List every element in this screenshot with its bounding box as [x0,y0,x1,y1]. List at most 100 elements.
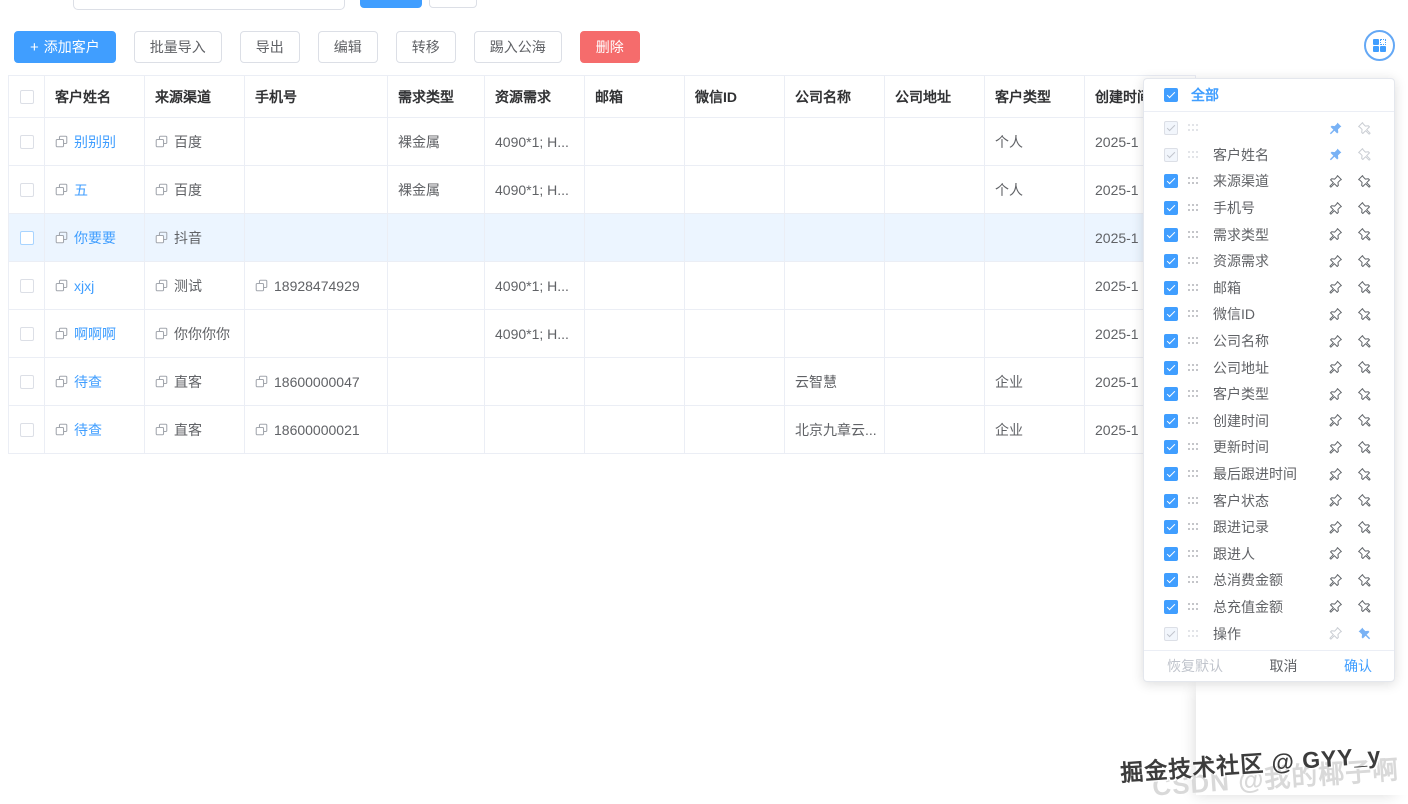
pin-right-icon[interactable] [1357,546,1372,561]
drag-handle-icon[interactable] [1188,310,1199,318]
drag-handle-icon[interactable] [1188,337,1199,345]
copy-icon[interactable] [55,375,68,388]
pin-right-icon[interactable] [1357,147,1372,162]
copy-icon[interactable] [155,231,168,244]
column-settings-button[interactable] [1364,30,1395,61]
table-row[interactable]: 待查直客18600000047云智慧企业2025-1 [9,358,1195,406]
pin-left-icon[interactable] [1328,493,1343,508]
column-checkbox[interactable] [1164,254,1178,268]
column-checkbox[interactable] [1164,573,1178,587]
table-row[interactable]: 啊啊啊你你你你4090*1; H...2025-1 [9,310,1195,358]
row-checkbox[interactable] [20,423,34,437]
pin-right-icon[interactable] [1357,467,1372,482]
drag-handle-icon[interactable] [1188,284,1199,292]
drag-handle-icon[interactable] [1188,390,1199,398]
table-row[interactable]: 五百度裸金属4090*1; H...个人2025-1 [9,166,1195,214]
drag-handle-icon[interactable] [1188,497,1199,505]
pin-left-icon[interactable] [1328,147,1343,162]
pin-left-icon[interactable] [1328,413,1343,428]
customer-name-link[interactable]: 五 [74,180,88,200]
drag-handle-icon[interactable] [1188,550,1199,558]
column-checkbox[interactable] [1164,467,1178,481]
pin-right-icon[interactable] [1357,254,1372,269]
drag-handle-icon[interactable] [1188,364,1199,372]
copy-icon[interactable] [155,183,168,196]
customer-name-link[interactable]: xjxj [74,278,94,294]
column-checkbox[interactable] [1164,174,1178,188]
pin-left-icon[interactable] [1328,599,1343,614]
drag-handle-icon[interactable] [1188,603,1199,611]
pin-left-icon[interactable] [1328,307,1343,322]
pin-right-icon[interactable] [1357,493,1372,508]
pin-left-icon[interactable] [1328,121,1343,136]
column-checkbox[interactable] [1164,600,1178,614]
row-checkbox[interactable] [20,327,34,341]
column-checkbox[interactable] [1164,361,1178,375]
search-button[interactable] [360,0,422,8]
customer-name-link[interactable]: 待查 [74,420,102,440]
pin-right-icon[interactable] [1357,573,1372,588]
copy-icon[interactable] [255,279,268,292]
export-button[interactable]: 导出 [240,31,300,63]
copy-icon[interactable] [155,423,168,436]
transfer-button[interactable]: 转移 [396,31,456,63]
customer-name-link[interactable]: 你要要 [74,228,116,248]
select-all-checkbox[interactable] [20,90,34,104]
drag-handle-icon[interactable] [1188,257,1199,265]
copy-icon[interactable] [155,327,168,340]
drag-handle-icon[interactable] [1188,204,1199,212]
pin-right-icon[interactable] [1357,413,1372,428]
table-row[interactable]: 别别别百度裸金属4090*1; H...个人2025-1 [9,118,1195,166]
pin-right-icon[interactable] [1357,626,1372,641]
pin-left-icon[interactable] [1328,467,1343,482]
edit-button[interactable]: 编辑 [318,31,378,63]
column-checkbox[interactable] [1164,228,1178,242]
pin-left-icon[interactable] [1328,201,1343,216]
pin-left-icon[interactable] [1328,520,1343,535]
drag-handle-icon[interactable] [1188,523,1199,531]
batch-import-button[interactable]: 批量导入 [134,31,222,63]
customer-name-link[interactable]: 啊啊啊 [74,324,116,344]
pin-right-icon[interactable] [1357,201,1372,216]
delete-button[interactable]: 删除 [580,31,640,63]
drag-handle-icon[interactable] [1188,443,1199,451]
pin-left-icon[interactable] [1328,387,1343,402]
column-checkbox[interactable] [1164,547,1178,561]
drag-handle-icon[interactable] [1188,470,1199,478]
pin-left-icon[interactable] [1328,360,1343,375]
customer-name-link[interactable]: 待查 [74,372,102,392]
pin-left-icon[interactable] [1328,280,1343,295]
pin-right-icon[interactable] [1357,360,1372,375]
pin-left-icon[interactable] [1328,573,1343,588]
table-row[interactable]: 你要要抖音2025-1 [9,214,1195,262]
drag-handle-icon[interactable] [1188,576,1199,584]
column-checkbox[interactable] [1164,440,1178,454]
table-row[interactable]: 待查直客18600000021北京九章云...企业2025-1 [9,406,1195,454]
column-checkbox[interactable] [1164,520,1178,534]
drag-handle-icon[interactable] [1188,630,1199,638]
pin-right-icon[interactable] [1357,387,1372,402]
pin-right-icon[interactable] [1357,280,1372,295]
copy-icon[interactable] [255,423,268,436]
pin-left-icon[interactable] [1328,254,1343,269]
drag-handle-icon[interactable] [1188,177,1199,185]
pin-left-icon[interactable] [1328,440,1343,455]
reset-button[interactable] [429,0,477,8]
pin-right-icon[interactable] [1357,227,1372,242]
pin-right-icon[interactable] [1357,121,1372,136]
pin-right-icon[interactable] [1357,599,1372,614]
copy-icon[interactable] [155,279,168,292]
copy-icon[interactable] [255,375,268,388]
column-checkbox[interactable] [1164,387,1178,401]
row-checkbox[interactable] [20,375,34,389]
copy-icon[interactable] [55,135,68,148]
column-checkbox[interactable] [1164,281,1178,295]
customer-name-link[interactable]: 别别别 [74,132,116,152]
pin-right-icon[interactable] [1357,174,1372,189]
pin-left-icon[interactable] [1328,334,1343,349]
column-checkbox[interactable] [1164,121,1178,135]
copy-icon[interactable] [55,279,68,292]
drag-handle-icon[interactable] [1188,231,1199,239]
pin-right-icon[interactable] [1357,520,1372,535]
pin-right-icon[interactable] [1357,440,1372,455]
